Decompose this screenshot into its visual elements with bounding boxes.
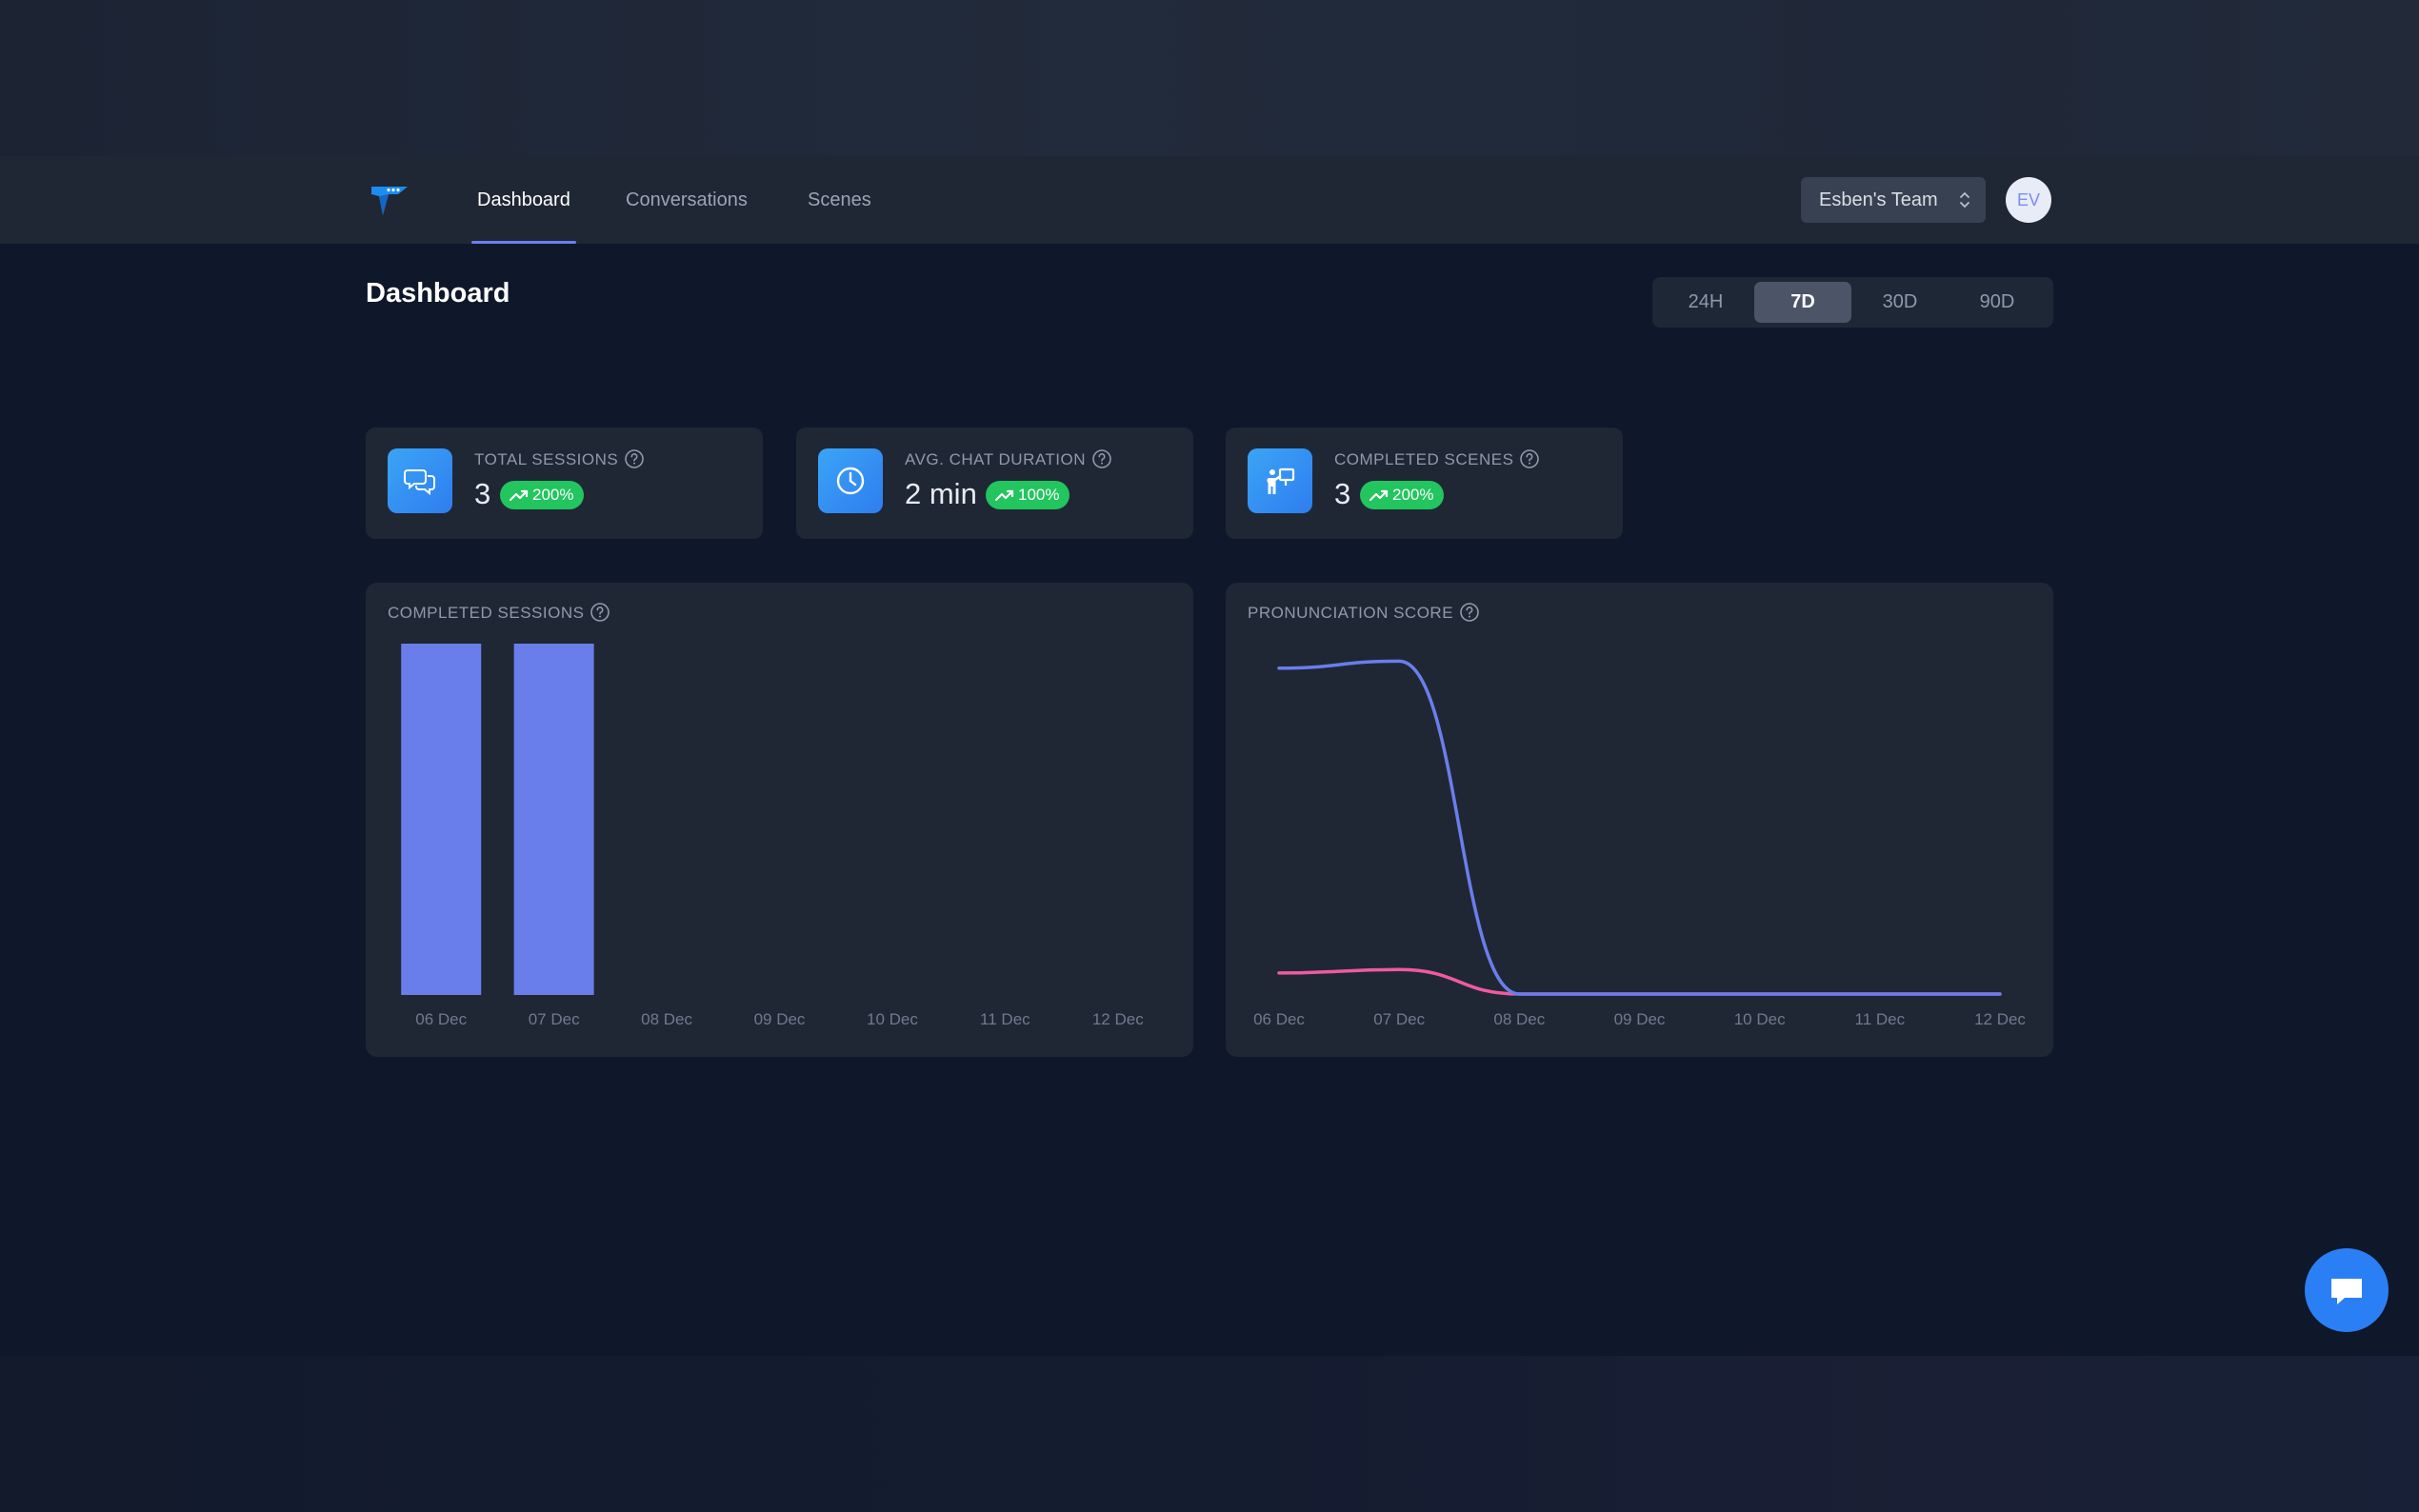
change-badge: 200% [1360, 481, 1445, 509]
bottom-background-band [0, 1356, 2419, 1512]
user-avatar[interactable]: EV [2006, 177, 2051, 223]
help-icon[interactable] [1091, 448, 1112, 469]
team-select[interactable]: Esben's Team [1801, 177, 1986, 223]
tab-conversations[interactable]: Conversations [626, 156, 748, 244]
pronunciation-score-chart: 06 Dec 07 Dec 08 Dec 09 Dec 10 Dec 11 Dec 12 D… [1253, 659, 2026, 1028]
page-title: Dashboard [366, 278, 510, 308]
range-30d-button[interactable]: 30D [1851, 282, 1949, 323]
chat-message-icon [2331, 1279, 2362, 1304]
stat-label: COMPLETED SCENES [1334, 448, 1540, 469]
x-tick-label: 12 Dec [1974, 1010, 2026, 1028]
chat-support-button[interactable] [2305, 1248, 2389, 1332]
chevron-up-down-icon [1960, 191, 1969, 209]
tab-scenes[interactable]: Scenes [808, 156, 871, 244]
trending-up-icon [995, 489, 1014, 502]
x-tick-label: 10 Dec [1734, 1010, 1786, 1028]
x-tick-label: 12 Dec [1092, 1010, 1144, 1028]
stat-value: 3 [474, 477, 491, 510]
x-tick-label: 11 Dec [980, 1010, 1030, 1028]
x-tick-label: 10 Dec [867, 1010, 918, 1028]
range-90d-button[interactable]: 90D [1949, 282, 2046, 323]
trending-up-icon [1369, 489, 1389, 502]
completed-sessions-chart: 06 Dec 07 Dec 08 Dec 09 Dec 10 Dec 11 Dec 12 D… [401, 644, 1144, 1028]
x-tick-label: 06 Dec [415, 1010, 467, 1028]
trending-up-icon [510, 489, 529, 502]
bar [513, 644, 594, 995]
stat-value: 3 [1334, 477, 1351, 510]
help-icon[interactable] [624, 448, 645, 469]
top-background-band [0, 0, 2419, 156]
bar [401, 644, 482, 995]
time-range-selector: 24H 7D 30D 90D [1652, 277, 2053, 328]
x-tick-label: 08 Dec [641, 1010, 692, 1028]
presenter-board-icon [1248, 448, 1312, 513]
active-tab-indicator [471, 241, 576, 244]
stat-label: AVG. CHAT DURATION [905, 448, 1112, 469]
stat-value: 2 min [905, 477, 977, 510]
x-tick-label: 09 Dec [754, 1010, 806, 1028]
tab-dashboard[interactable]: Dashboard [477, 156, 570, 244]
clock-icon [818, 448, 883, 513]
x-tick-label: 11 Dec [1855, 1010, 1906, 1028]
completed-sessions-panel: COMPLETED SESSIONS 06 Dec 07 Dec 08 Dec 09 … [366, 583, 1193, 1057]
range-7d-button[interactable]: 7D [1754, 282, 1851, 323]
x-tick-label: 08 Dec [1493, 1010, 1545, 1028]
app-logo-icon[interactable] [370, 183, 411, 217]
series-line-0 [1277, 659, 2002, 996]
x-tick-label: 09 Dec [1614, 1010, 1666, 1028]
change-badge: 100% [986, 481, 1070, 509]
range-24h-button[interactable]: 24H [1657, 282, 1754, 323]
stat-card-completed-scenes: COMPLETED SCENES 3 200% [1226, 428, 1623, 539]
x-tick-label: 07 Dec [529, 1010, 580, 1028]
stat-card-total-sessions: TOTAL SESSIONS 3 200% [366, 428, 763, 539]
series-line-1 [1277, 967, 2002, 996]
pronunciation-score-panel: PRONUNCIATION SCORE 06 Dec 07 Dec 08 Dec 09… [1226, 583, 2053, 1057]
stat-label: TOTAL SESSIONS [474, 448, 645, 469]
team-select-label: Esben's Team [1819, 189, 1938, 210]
x-tick-label: 07 Dec [1373, 1010, 1425, 1028]
x-tick-label: 06 Dec [1253, 1010, 1305, 1028]
stat-card-avg-chat-duration: AVG. CHAT DURATION 2 min 100% [796, 428, 1193, 539]
chat-bubbles-icon [388, 448, 452, 513]
change-badge: 200% [500, 481, 585, 509]
help-icon[interactable] [1519, 448, 1540, 469]
top-navbar [0, 156, 2419, 244]
